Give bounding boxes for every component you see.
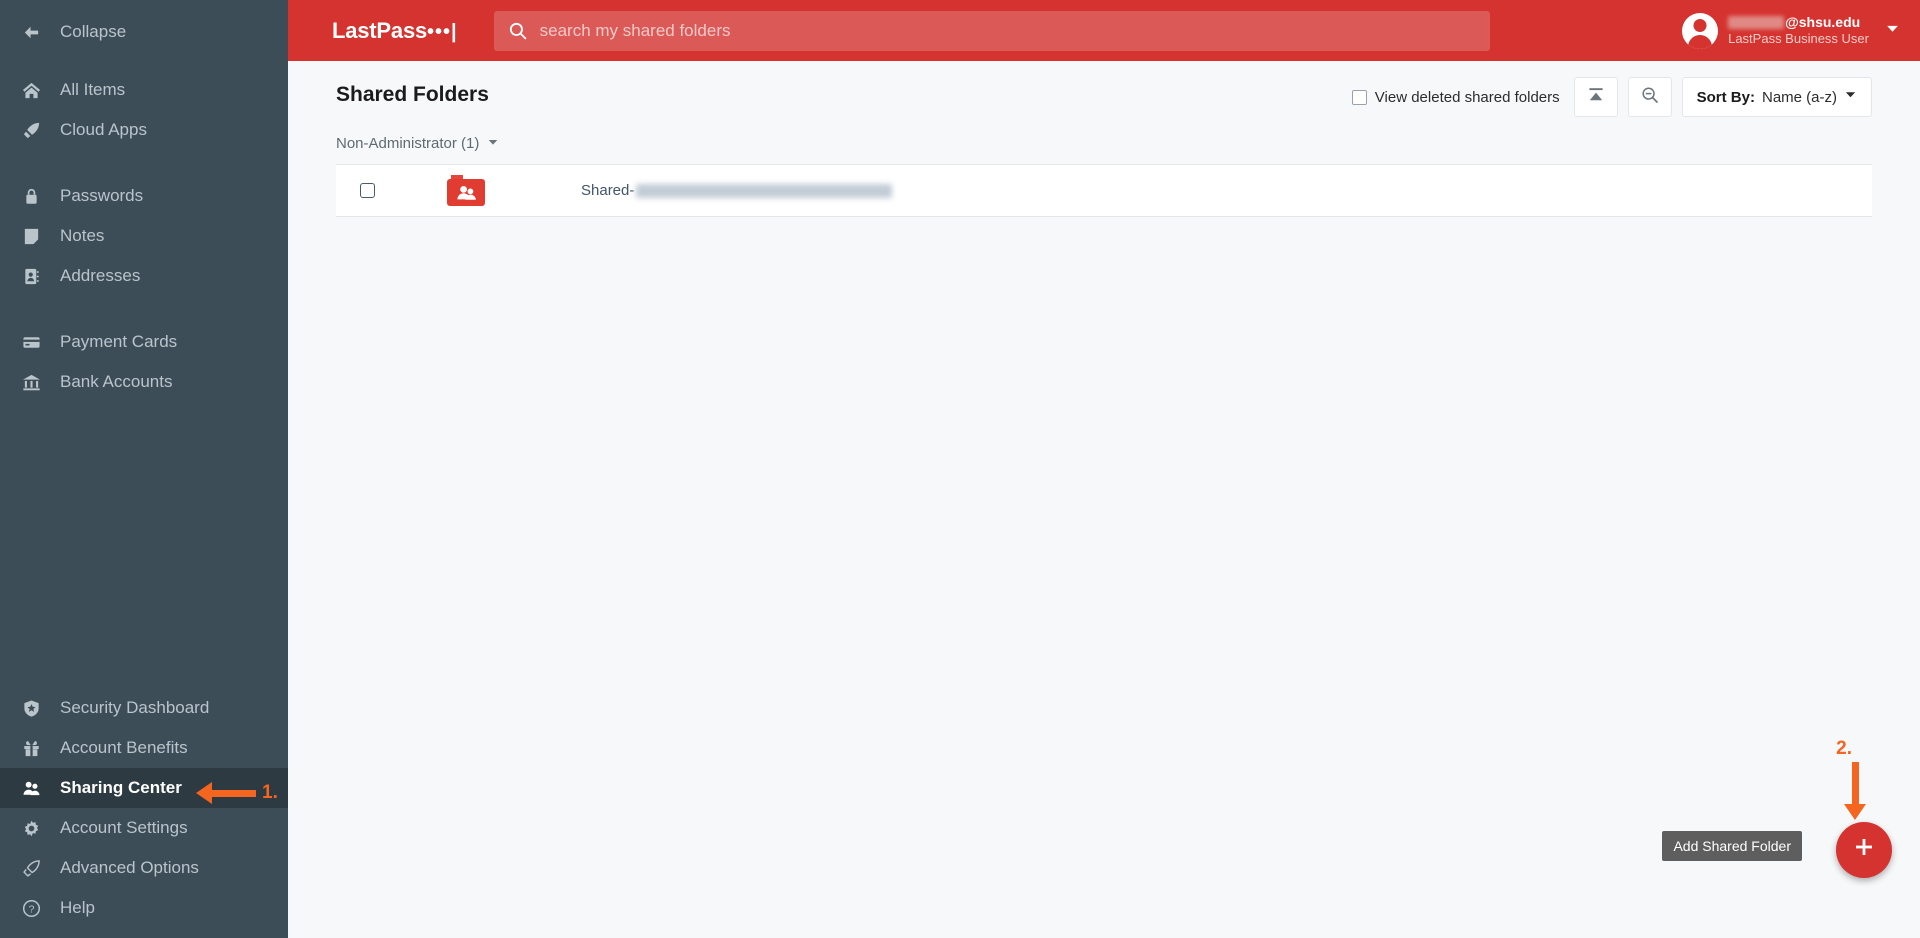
avatar: [1682, 12, 1719, 49]
sidebar-item-label: Sharing Center: [60, 778, 182, 797]
sidebar-item-label: Security Dashboard: [60, 698, 210, 717]
rocket-icon: [22, 121, 52, 140]
sidebar-item-notes[interactable]: Notes: [0, 216, 288, 256]
caret-down-icon: [487, 135, 499, 152]
sort-by-dropdown[interactable]: Sort By: Name (a-z): [1681, 77, 1872, 117]
sidebar-item-addresses[interactable]: Addresses: [0, 256, 288, 296]
lastpass-logo: LastPass•••|: [332, 18, 458, 44]
sidebar-item-label: Account Settings: [60, 818, 188, 837]
gear-icon: [22, 819, 52, 838]
brand-dots: •••|: [427, 20, 458, 43]
sidebar-item-label: Advanced Options: [60, 858, 199, 877]
note-icon: [22, 227, 52, 246]
content-toolbar: View deleted shared folders Sort By: Nam…: [1351, 77, 1872, 117]
table-row[interactable]: Shared-: [336, 165, 1872, 217]
sidebar-item-collapse[interactable]: Collapse: [0, 12, 288, 52]
main-area: LastPass•••| @shsu.edu LastPass Business…: [288, 0, 1920, 938]
account-text: @shsu.edu LastPass Business User: [1728, 14, 1869, 48]
collapse-all-icon: [1586, 85, 1606, 110]
sort-by-value: Name (a-z): [1761, 88, 1837, 106]
search-bar[interactable]: [493, 10, 1490, 51]
group-header-label: Non-Administrator (1): [336, 135, 480, 152]
annotation-label-2: 2.: [1836, 738, 1852, 759]
sidebar-item-cloud-apps[interactable]: Cloud Apps: [0, 110, 288, 150]
redacted-folder-name: [636, 183, 893, 198]
shield-star-icon: [22, 699, 52, 718]
rocket-outline-icon: [22, 859, 52, 878]
content-header: Shared Folders View deleted shared folde…: [336, 61, 1872, 119]
add-shared-folder-tooltip: Add Shared Folder: [1662, 831, 1802, 861]
sidebar-item-label: All Items: [60, 80, 126, 99]
row-checkbox[interactable]: [360, 183, 375, 198]
sidebar-item-all-items[interactable]: All Items: [0, 70, 288, 110]
svg-text:?: ?: [29, 904, 35, 915]
sidebar-item-account-benefits[interactable]: Account Benefits: [0, 728, 288, 768]
group-header-non-administrator[interactable]: Non-Administrator (1): [336, 119, 1872, 164]
arrow-shaft: [1851, 762, 1859, 804]
sidebar-item-help[interactable]: ? Help: [0, 888, 288, 928]
sidebar-item-account-settings[interactable]: Account Settings: [0, 808, 288, 848]
sidebar-item-label: Passwords: [60, 186, 144, 205]
account-role: LastPass Business User: [1728, 31, 1869, 47]
redacted-username: [1728, 15, 1785, 29]
collapse-all-button[interactable]: [1573, 77, 1618, 117]
arrow-head-down: [1844, 804, 1867, 820]
sidebar-item-label: Collapse: [60, 22, 127, 41]
page-title: Shared Folders: [336, 83, 489, 106]
brand-text: LastPass: [332, 17, 428, 43]
sidebar-item-security-dashboard[interactable]: Security Dashboard: [0, 688, 288, 728]
sidebar-item-advanced-options[interactable]: Advanced Options: [0, 848, 288, 888]
address-book-icon: [22, 267, 52, 286]
account-menu[interactable]: @shsu.edu LastPass Business User: [1682, 0, 1900, 61]
chevron-down-icon: [1844, 88, 1857, 106]
lastpass-vault-app: Collapse All Items Cloud Apps Passwords …: [0, 0, 1920, 938]
home-icon: [22, 81, 52, 100]
shared-folder-name[interactable]: Shared-: [581, 182, 893, 199]
zoom-out-button[interactable]: [1627, 77, 1672, 117]
folder-name-prefix: Shared-: [581, 182, 635, 199]
sidebar-item-label: Cloud Apps: [60, 120, 147, 139]
checkbox-box[interactable]: [1351, 89, 1367, 105]
shared-folders-list: Shared-: [336, 164, 1872, 217]
credit-card-icon: [22, 333, 52, 352]
sidebar-item-label: Addresses: [60, 266, 141, 285]
sidebar-item-payment-cards[interactable]: Payment Cards: [0, 322, 288, 362]
sidebar-item-label: Payment Cards: [60, 332, 178, 351]
shared-folder-icon: [443, 172, 489, 210]
question-circle-icon: ?: [22, 899, 52, 918]
chevron-down-icon[interactable]: [1885, 21, 1900, 41]
annotation-arrow-2: 2.: [1836, 738, 1874, 820]
lock-icon: [22, 187, 52, 206]
content-area: Shared Folders View deleted shared folde…: [288, 61, 1920, 217]
gift-icon: [22, 739, 52, 758]
sidebar-item-bank-accounts[interactable]: Bank Accounts: [0, 362, 288, 402]
sidebar: Collapse All Items Cloud Apps Passwords …: [0, 0, 288, 938]
bank-icon: [22, 373, 52, 392]
plus-icon: [1851, 834, 1877, 866]
sidebar-item-label: Account Benefits: [60, 738, 188, 757]
sidebar-item-passwords[interactable]: Passwords: [0, 176, 288, 216]
sort-by-label: Sort By:: [1696, 88, 1755, 106]
view-deleted-label: View deleted shared folders: [1374, 88, 1560, 106]
sidebar-top-section: Collapse All Items Cloud Apps Passwords …: [0, 0, 288, 402]
add-shared-folder-button[interactable]: [1836, 822, 1892, 878]
top-header: LastPass•••| @shsu.edu LastPass Business…: [288, 0, 1920, 61]
account-email: @shsu.edu: [1728, 14, 1869, 32]
sidebar-item-label: Notes: [60, 226, 105, 245]
people-icon: [22, 779, 52, 798]
search-input[interactable]: [539, 20, 1476, 41]
arrow-left-icon: [22, 23, 52, 42]
sidebar-item-label: Bank Accounts: [60, 372, 173, 391]
account-email-domain: @shsu.edu: [1785, 13, 1861, 30]
magnifier-minus-icon: [1640, 85, 1660, 110]
sidebar-item-sharing-center[interactable]: Sharing Center: [0, 768, 288, 808]
sidebar-item-label: Help: [60, 898, 95, 917]
search-icon: [508, 21, 528, 41]
view-deleted-checkbox[interactable]: View deleted shared folders: [1351, 88, 1560, 106]
sidebar-bottom-section: Security Dashboard Account Benefits Shar…: [0, 688, 288, 938]
